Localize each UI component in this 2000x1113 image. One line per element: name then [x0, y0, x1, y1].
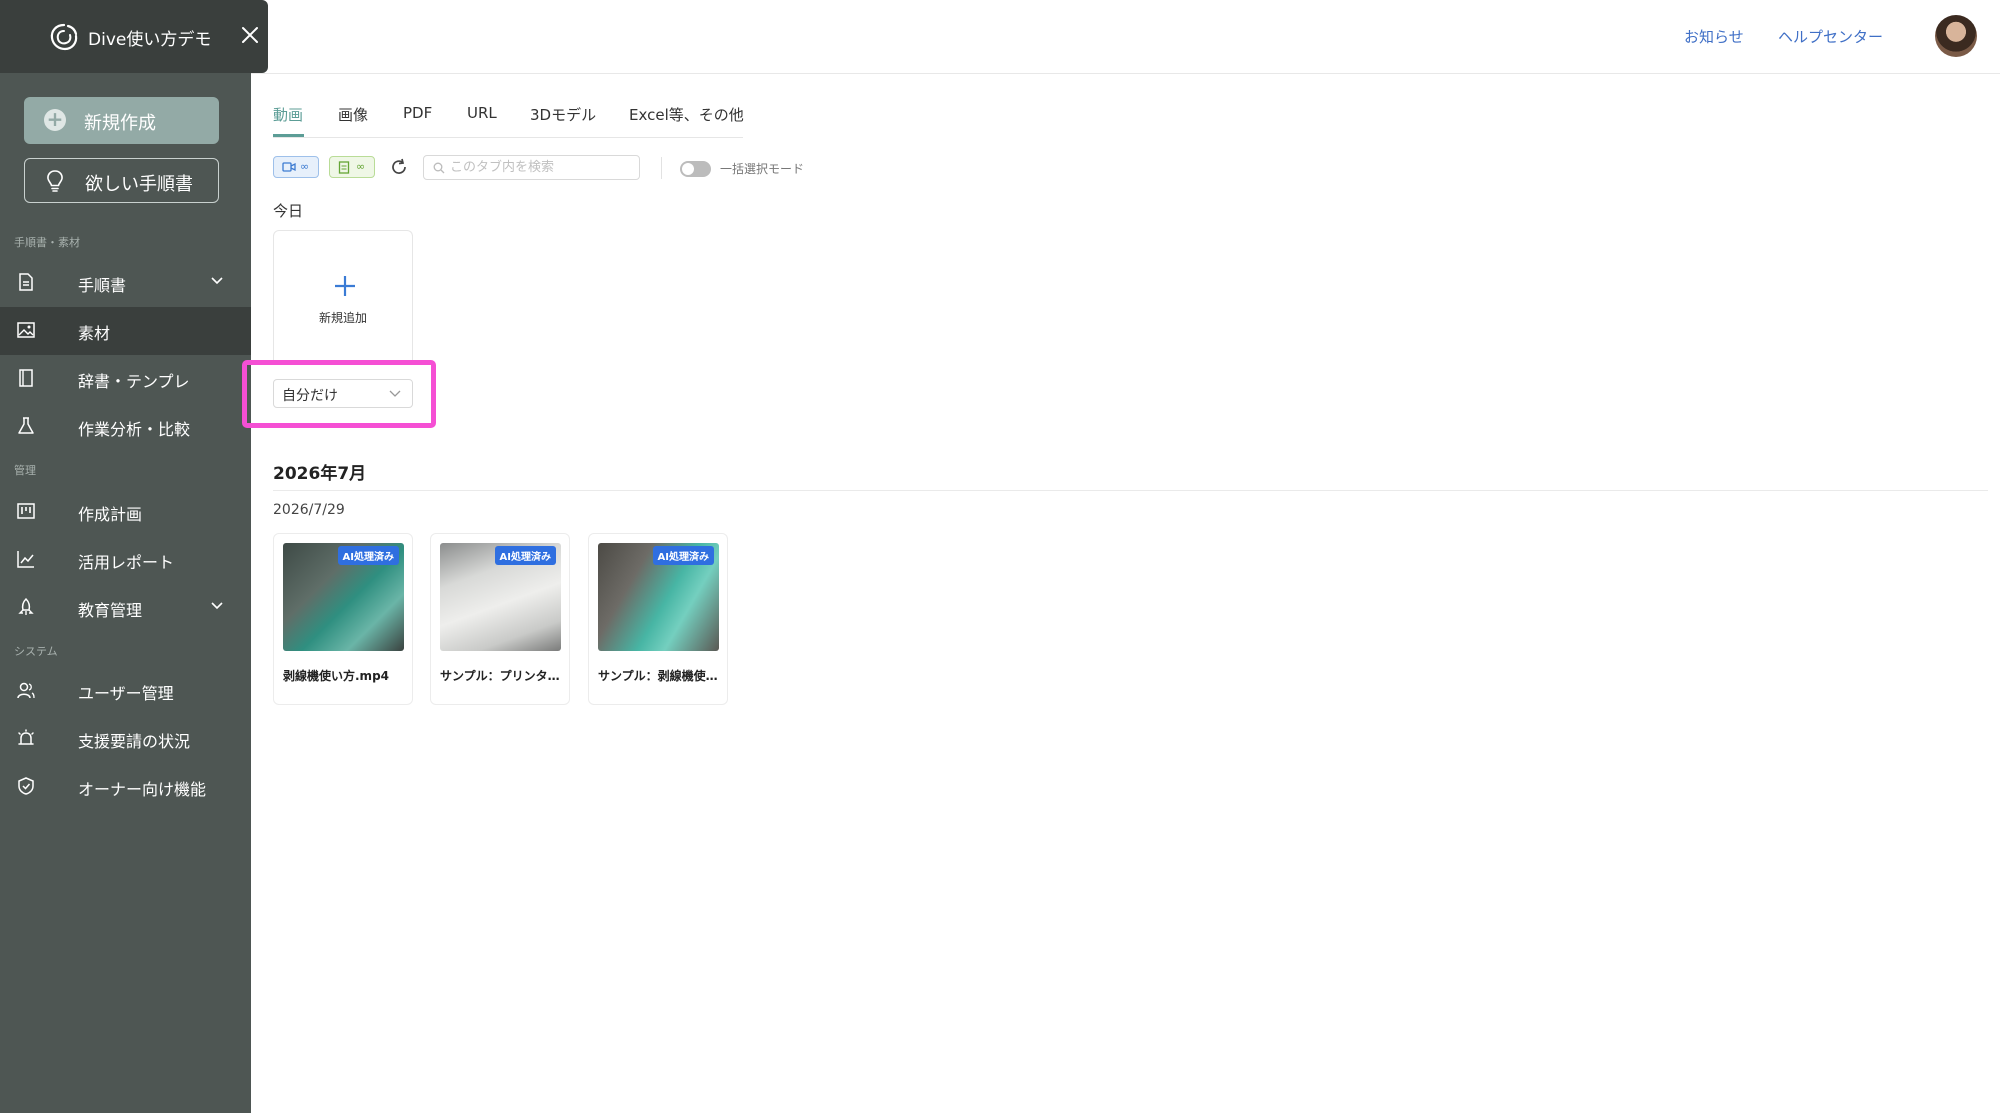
- line-chart-icon: [17, 551, 34, 568]
- sidebar-item-label: 辞書・テンプレ: [78, 372, 190, 391]
- sidebar-item-owner[interactable]: オーナー向け機能: [0, 763, 251, 811]
- refresh-icon[interactable]: [390, 158, 408, 176]
- video-thumbnail: AI処理済み: [440, 543, 561, 651]
- wanted-manual-button[interactable]: 欲しい手順書: [24, 158, 219, 203]
- tab-search-box: [423, 155, 640, 180]
- tab-excel-other[interactable]: Excel等、その他: [629, 104, 744, 125]
- ai-processed-badge: AI処理済み: [652, 546, 714, 565]
- sidebar-item-education[interactable]: 教育管理: [0, 584, 251, 632]
- search-icon: [433, 162, 445, 174]
- video-thumbnail: AI処理済み: [283, 543, 404, 651]
- users-icon: [17, 682, 35, 699]
- month-heading: 2026年7月: [273, 464, 367, 484]
- tab-url[interactable]: URL: [467, 104, 497, 122]
- video-card[interactable]: AI処理済み サンプル：剥線機使い方: [588, 533, 728, 705]
- image-icon: [17, 322, 35, 338]
- lightbulb-icon: [47, 170, 63, 192]
- tab-pdf[interactable]: PDF: [403, 104, 432, 122]
- owner-filter-select[interactable]: 自分だけ: [273, 379, 413, 408]
- sidebar-item-label: 活用レポート: [78, 553, 175, 572]
- sidebar-item-label: 作業分析・比較: [78, 420, 191, 439]
- plus-circle-icon: +: [44, 109, 66, 131]
- new-create-label: 新規作成: [84, 113, 156, 134]
- ai-processed-badge: AI処理済み: [337, 546, 399, 565]
- video-card[interactable]: AI処理済み サンプル：プリンター使い方: [430, 533, 570, 705]
- sidebar-item-label: 素材: [78, 324, 111, 343]
- sidebar: Dive使い方デモ + 新規作成 欲しい手順書 手順書・素材 手順書 素材 辞書…: [0, 0, 268, 1113]
- document-icon: [338, 161, 350, 174]
- video-name: 剥線機使い方.mp4: [283, 669, 390, 683]
- toolbar-divider: [661, 157, 662, 179]
- add-new-card[interactable]: 新規追加: [273, 230, 413, 360]
- video-quota-value: ∞: [300, 160, 310, 173]
- chevron-down-icon: [211, 277, 223, 285]
- sidebar-item-label: 手順書: [78, 276, 127, 295]
- tab-image[interactable]: 画像: [338, 104, 368, 125]
- sidebar-item-label: 教育管理: [78, 601, 143, 620]
- today-heading: 今日: [273, 202, 304, 220]
- plus-icon: [335, 276, 355, 296]
- tab-search-input[interactable]: [450, 158, 636, 177]
- chevron-down-icon: [389, 390, 401, 397]
- wanted-manual-label: 欲しい手順書: [85, 174, 193, 195]
- help-center-link[interactable]: ヘルプセンター: [1778, 26, 1883, 47]
- video-quota-chip: ∞: [273, 156, 319, 178]
- sidebar-item-analysis[interactable]: 作業分析・比較: [0, 403, 251, 451]
- sidebar-item-plan[interactable]: 作成計画: [0, 488, 251, 536]
- sidebar-item-manuals[interactable]: 手順書: [0, 259, 251, 307]
- sidebar-item-materials[interactable]: 素材: [0, 307, 251, 355]
- document-quota-value: ∞: [356, 160, 366, 173]
- app-title: Dive使い方デモ: [88, 30, 212, 50]
- sidebar-item-report[interactable]: 活用レポート: [0, 536, 251, 584]
- toggle-knob: [682, 163, 694, 175]
- sidebar-item-users[interactable]: ユーザー管理: [0, 667, 251, 715]
- day-heading: 2026/7/29: [273, 502, 345, 518]
- video-card[interactable]: AI処理済み 剥線機使い方.mp4: [273, 533, 413, 705]
- active-tab-indicator: [273, 134, 304, 137]
- month-divider: [273, 490, 1988, 491]
- owner-filter-value: 自分だけ: [282, 388, 338, 404]
- alarm-icon: [18, 729, 34, 745]
- sidebar-item-support[interactable]: 支援要請の状況: [0, 715, 251, 763]
- video-name: サンプル：プリンター使い方: [440, 669, 562, 683]
- document-quota-chip: ∞: [329, 156, 375, 178]
- section-label-materials: 手順書・素材: [14, 236, 80, 249]
- document-icon: [19, 273, 33, 291]
- chevron-down-icon: [211, 602, 223, 610]
- video-name: サンプル：剥線機使い方: [598, 669, 720, 683]
- rocket-icon: [18, 597, 34, 615]
- sidebar-item-label: オーナー向け機能: [78, 780, 207, 799]
- sidebar-item-label: 作成計画: [78, 505, 143, 524]
- flask-icon: [18, 417, 34, 434]
- new-create-button[interactable]: + 新規作成: [24, 97, 219, 144]
- tab-3d-model[interactable]: 3Dモデル: [530, 104, 596, 125]
- section-label-system: システム: [14, 645, 58, 658]
- ai-processed-badge: AI処理済み: [494, 546, 556, 565]
- sidebar-item-label: 支援要請の状況: [78, 732, 191, 751]
- avatar[interactable]: [1935, 15, 1977, 57]
- dive-logo-icon: [50, 23, 78, 51]
- bulk-select-label: 一括選択モード: [720, 162, 805, 176]
- notice-link[interactable]: お知らせ: [1684, 26, 1744, 47]
- book-icon: [19, 369, 33, 387]
- material-type-tabs: 動画 画像 PDF URL 3Dモデル Excel等、その他: [273, 100, 744, 138]
- shield-icon: [18, 777, 34, 795]
- sidebar-item-dictionary[interactable]: 辞書・テンプレ: [0, 355, 251, 403]
- tab-video[interactable]: 動画: [273, 104, 303, 125]
- section-label-management: 管理: [14, 464, 36, 477]
- video-camera-icon: [282, 162, 296, 172]
- add-new-label: 新規追加: [318, 311, 367, 325]
- bulk-select-toggle[interactable]: [680, 161, 711, 177]
- sidebar-item-label: ユーザー管理: [78, 684, 174, 703]
- video-thumbnail: AI処理済み: [598, 543, 719, 651]
- sidebar-header: Dive使い方デモ: [0, 0, 268, 73]
- kanban-icon: [17, 503, 35, 519]
